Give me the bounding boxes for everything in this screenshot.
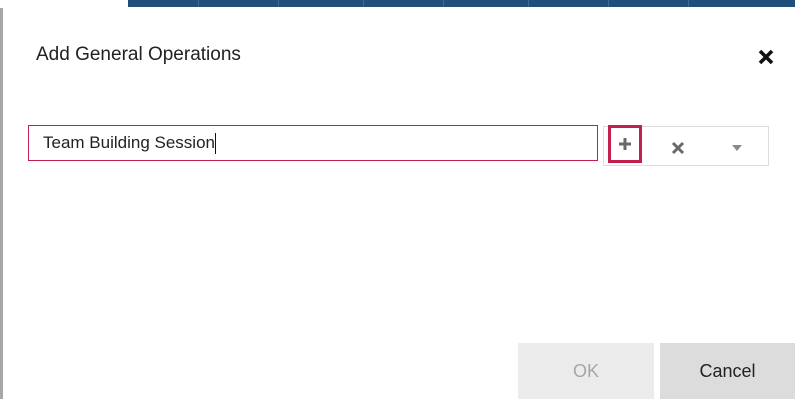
background-header-bar [128, 0, 795, 7]
operation-name-input[interactable] [28, 125, 598, 161]
close-icon [758, 49, 774, 65]
clear-button[interactable] [665, 135, 691, 161]
cancel-button[interactable]: Cancel [660, 343, 795, 399]
caret-down-icon [732, 145, 742, 151]
plus-icon [619, 138, 631, 150]
dialog-title: Add General Operations [36, 44, 241, 65]
add-button[interactable] [608, 125, 642, 163]
close-button[interactable] [753, 44, 779, 70]
dropdown-button[interactable] [725, 138, 749, 158]
text-caret [214, 133, 216, 154]
ok-button[interactable]: OK [518, 343, 654, 399]
clear-x-icon [671, 141, 685, 155]
background-header-strip [0, 0, 795, 8]
add-general-operations-dialog: Add General Operations OK Cancel [3, 8, 795, 399]
